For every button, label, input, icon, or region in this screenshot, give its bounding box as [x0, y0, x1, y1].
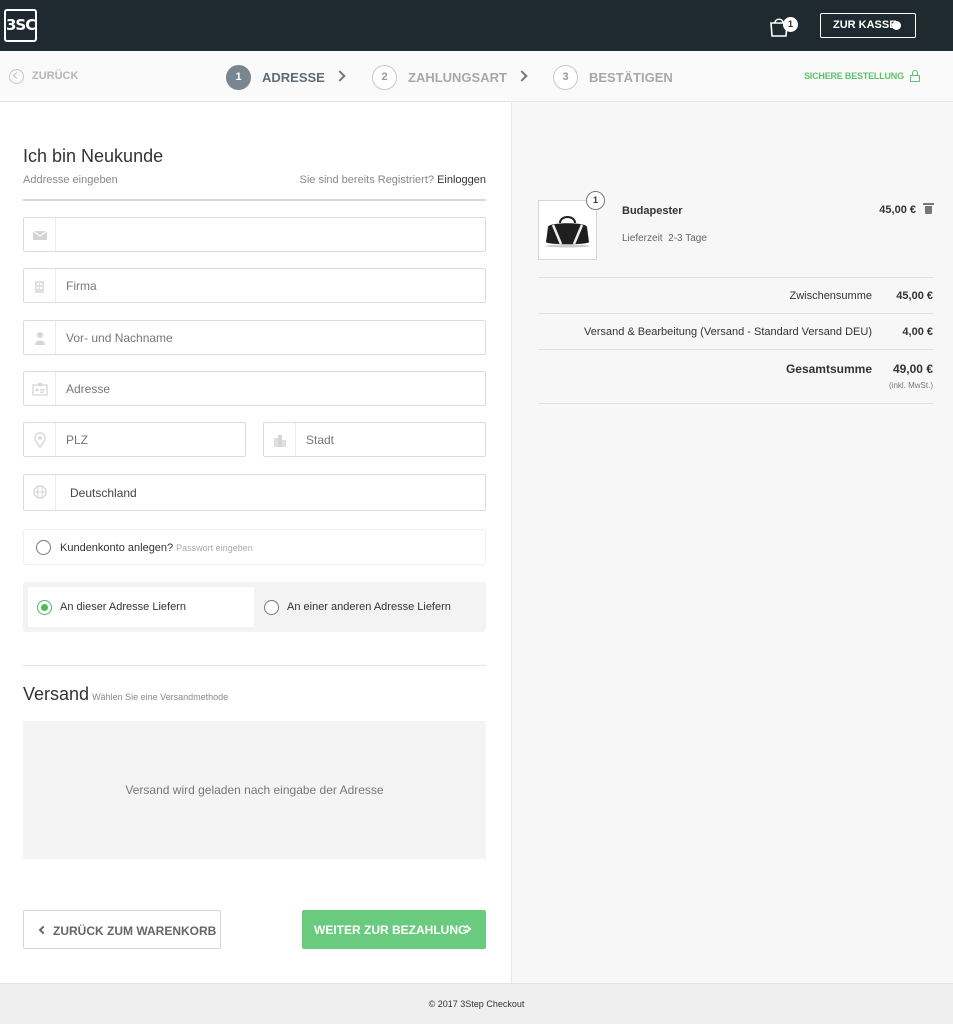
address-field[interactable]: Adresse — [23, 371, 486, 406]
secure-order-badge: SICHERE BESTELLUNG — [804, 70, 920, 82]
divider — [23, 665, 486, 666]
step-number: 1 — [226, 64, 251, 90]
back-link[interactable]: ZURÜCK — [9, 68, 78, 84]
address-form-panel: Ich bin Neukunde Addresse eingeben Sie s… — [0, 102, 511, 983]
divider — [538, 403, 934, 404]
checkout-button-label: ZUR KASSE — [833, 19, 897, 31]
delivery-time-value: 2-3 Tage — [668, 233, 707, 244]
delivery-other-address-option[interactable]: An einer anderen Adresse Liefern — [254, 587, 482, 627]
product-delivery-time: Lieferzeit 2-3 Tage — [622, 233, 707, 244]
product-quantity-badge: 1 — [586, 191, 605, 210]
delivery-other-radio[interactable] — [264, 600, 279, 615]
step-address[interactable]: 1 ADRESSE — [226, 64, 325, 90]
city-field[interactable]: Stadt — [263, 422, 486, 457]
continue-to-payment-button[interactable]: WEITER ZUR BEZAHLUNG — [302, 910, 486, 949]
shipping-hint: Wählen Sie eine Versandmethode — [92, 692, 229, 702]
trash-icon[interactable] — [923, 203, 934, 214]
dot-icon — [892, 21, 901, 30]
create-account-radio[interactable] — [36, 540, 51, 555]
subtotal-value: 45,00 € — [896, 290, 933, 302]
back-to-cart-label: ZURÜCK ZUM WARENKORB — [53, 924, 217, 938]
shipping-cost-label: Versand & Bearbeitung (Versand - Standar… — [583, 326, 872, 338]
back-to-cart-button[interactable]: ZURÜCK ZUM WARENKORB — [23, 910, 221, 949]
country-value: Deutschland — [70, 486, 137, 500]
secure-order-label: SICHERE BESTELLUNG — [804, 71, 904, 81]
step-label: ADRESSE — [262, 69, 325, 85]
divider — [538, 313, 934, 314]
lock-icon — [909, 70, 920, 82]
divider — [538, 349, 934, 350]
form-subtitle: Addresse eingeben — [23, 174, 118, 186]
chevron-left-circle-icon — [9, 68, 24, 84]
shipping-cost-value: 4,00 € — [902, 326, 933, 338]
login-prompt: Sie sind bereits Registriert? Einloggen — [299, 174, 486, 186]
delivery-time-label: Lieferzeit — [622, 233, 663, 244]
total-value: 49,00 € — [892, 362, 933, 376]
create-account-option[interactable]: Kundenkonto anlegen? Passwort eingeben — [23, 529, 486, 565]
step-confirm[interactable]: 3 BESTÄTIGEN — [553, 64, 673, 90]
product-price: 45,00 € — [879, 204, 916, 216]
shipping-methods-box: Versand wird geladen nach eingabe der Ad… — [23, 721, 486, 859]
cart-count-badge: 1 — [783, 17, 798, 32]
password-hint: Passwort eingeben — [176, 543, 253, 553]
chevron-left-icon — [38, 925, 48, 935]
duffel-bag-icon — [545, 216, 590, 248]
vat-note: (inkl. MwSt.) — [889, 381, 933, 390]
form-title: Ich bin Neukunde — [23, 146, 164, 166]
checkout-button[interactable]: ZUR KASSE — [820, 13, 916, 38]
company-placeholder: Firma — [66, 279, 97, 293]
total-label: Gesamtsumme — [785, 362, 872, 376]
product-name[interactable]: Budapester — [622, 205, 683, 217]
brand-logo[interactable]: 3SC — [4, 9, 37, 42]
delivery-same-address-option[interactable]: An dieser Adresse Liefern — [28, 587, 254, 627]
divider — [538, 277, 934, 278]
create-account-label: Kundenkonto anlegen? Passwort eingeben — [60, 542, 253, 554]
zip-field[interactable]: PLZ — [23, 422, 246, 457]
company-field[interactable]: Firma — [23, 268, 486, 303]
name-field[interactable]: Vor- und Nachname — [23, 320, 486, 355]
chevron-right-icon — [334, 70, 346, 82]
chevron-right-icon — [516, 70, 528, 82]
footer: © 2017 3Step Checkout — [0, 983, 953, 1024]
shipping-title: Versand — [23, 684, 90, 704]
shipping-section-title: Versand Wählen Sie eine Versandmethode — [23, 684, 228, 705]
email-field[interactable] — [23, 217, 486, 252]
address-card-icon — [24, 372, 56, 405]
create-account-text: Kundenkonto anlegen? — [60, 542, 174, 554]
step-number: 2 — [372, 64, 397, 90]
address-placeholder: Adresse — [66, 382, 111, 396]
shipping-loading-message: Versand wird geladen nach eingabe der Ad… — [125, 783, 384, 797]
step-number: 3 — [553, 64, 578, 90]
back-link-label: ZURÜCK — [32, 70, 79, 82]
step-payment[interactable]: 2 ZAHLUNGSART — [372, 64, 507, 90]
step-label: ZAHLUNGSART — [408, 69, 507, 85]
map-marker-icon — [24, 423, 56, 456]
login-question: Sie sind bereits Registriert? — [299, 174, 434, 186]
order-summary-panel: 1 Budapester Lieferzeit 2-3 Tage 45,00 €… — [511, 102, 953, 983]
delivery-same-radio[interactable] — [37, 600, 52, 615]
name-placeholder: Vor- und Nachname — [66, 331, 173, 345]
continue-to-payment-label: WEITER ZUR BEZAHLUNG — [314, 923, 468, 937]
top-bar: 3SC 1 ZUR KASSE — [0, 0, 953, 51]
delivery-other-label: An einer anderen Adresse Liefern — [287, 601, 451, 613]
step-label: BESTÄTIGEN — [589, 69, 673, 85]
footer-copyright: © 2017 3Step Checkout — [428, 999, 525, 1009]
city-placeholder: Stadt — [306, 433, 335, 447]
checkout-steps-bar: ZURÜCK 1 ADRESSE 2 ZAHLUNGSART 3 BESTÄTI… — [0, 51, 953, 102]
subtotal-label: Zwischensumme — [789, 290, 872, 302]
country-select[interactable]: Deutschland — [23, 474, 486, 511]
login-link[interactable]: Einloggen — [437, 174, 486, 186]
divider — [23, 199, 486, 201]
city-icon — [264, 423, 296, 456]
user-icon — [24, 321, 56, 354]
building-icon — [24, 269, 56, 302]
zip-placeholder: PLZ — [66, 433, 89, 447]
delivery-same-label: An dieser Adresse Liefern — [60, 601, 186, 613]
product-image[interactable] — [538, 200, 597, 260]
delivery-address-options: An dieser Adresse Liefern An einer ander… — [23, 582, 486, 632]
cart-button[interactable]: 1 — [768, 13, 800, 39]
envelope-icon — [24, 218, 56, 251]
globe-icon — [24, 475, 56, 510]
